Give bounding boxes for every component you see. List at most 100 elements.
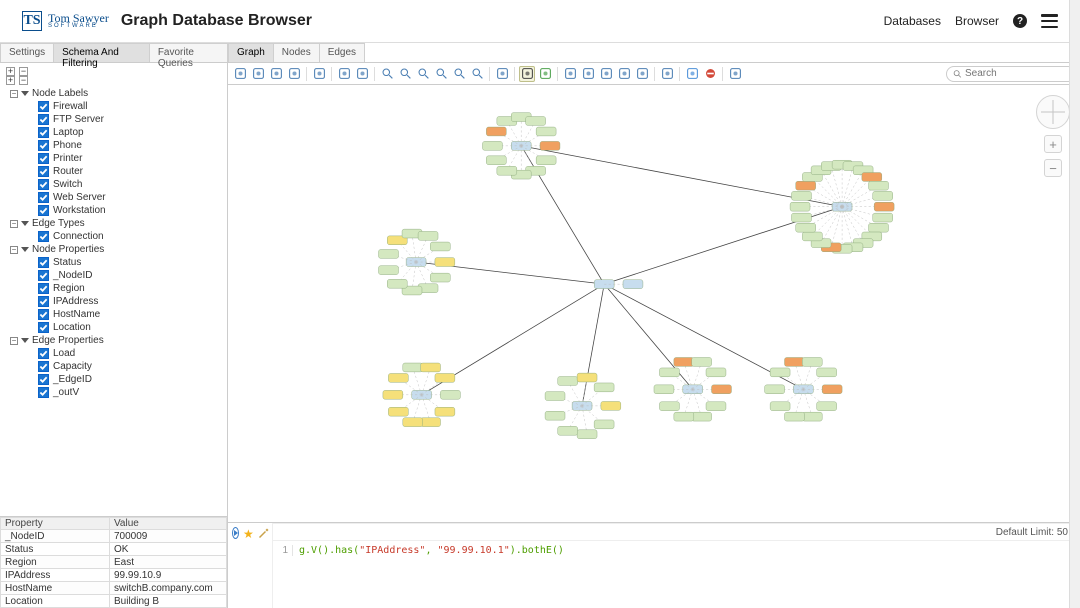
zoom-fit-icon[interactable] xyxy=(415,66,431,82)
table-row[interactable]: RegionEast xyxy=(0,556,227,569)
edge-properties-item[interactable]: Load xyxy=(4,347,227,360)
node-labels-item[interactable]: Phone xyxy=(4,139,227,152)
checkbox-icon[interactable] xyxy=(38,322,49,333)
layout-hier-icon[interactable] xyxy=(580,66,596,82)
table-row[interactable]: StatusOK xyxy=(0,543,227,556)
checkbox-icon[interactable] xyxy=(38,114,49,125)
menu-icon[interactable] xyxy=(1041,14,1058,28)
node-properties-item[interactable]: HostName xyxy=(4,308,227,321)
tree-expand-icon[interactable]: + xyxy=(6,76,15,85)
tab-schema-filtering[interactable]: Schema And Filtering xyxy=(53,43,150,62)
checkbox-icon[interactable] xyxy=(38,127,49,138)
node-labels-item[interactable]: Laptop xyxy=(4,126,227,139)
node-properties-item[interactable]: Region xyxy=(4,282,227,295)
favorite-query-icon[interactable]: ★ xyxy=(243,527,254,541)
table-row[interactable]: _NodeID700009 xyxy=(0,530,227,543)
query-editor[interactable]: g.V().has("IPAddress", "99.99.10.1").bot… xyxy=(299,545,564,556)
tab-nodes[interactable]: Nodes xyxy=(273,43,320,62)
zoom-in-button[interactable]: + xyxy=(1044,135,1062,153)
save-icon[interactable] xyxy=(232,66,248,82)
checkbox-icon[interactable] xyxy=(38,140,49,151)
graph-visualization[interactable] xyxy=(228,85,1080,450)
search-field[interactable] xyxy=(946,66,1076,82)
layout-tree-icon[interactable] xyxy=(562,66,578,82)
undo-icon[interactable] xyxy=(336,66,352,82)
chevron-down-icon[interactable] xyxy=(21,91,29,96)
zoom-box-icon[interactable] xyxy=(433,66,449,82)
tab-edges[interactable]: Edges xyxy=(319,43,365,62)
node-properties-item[interactable]: Status xyxy=(4,256,227,269)
query-scrollbar[interactable] xyxy=(1072,554,1080,584)
checkbox-icon[interactable] xyxy=(38,361,49,372)
auto-layout-icon[interactable] xyxy=(537,66,553,82)
checkbox-icon[interactable] xyxy=(38,179,49,190)
highlight-icon[interactable] xyxy=(684,66,700,82)
node-properties-item[interactable]: IPAddress xyxy=(4,295,227,308)
checkbox-icon[interactable] xyxy=(38,257,49,268)
chevron-down-icon[interactable] xyxy=(21,221,29,226)
checkbox-icon[interactable] xyxy=(38,348,49,359)
checkbox-icon[interactable] xyxy=(38,270,49,281)
node-properties-collapse-icon[interactable]: − xyxy=(10,246,18,254)
edge-properties-collapse-icon[interactable]: − xyxy=(10,337,18,345)
help-icon[interactable]: ? xyxy=(1013,14,1027,28)
layout-radial-icon[interactable] xyxy=(616,66,632,82)
pan-compass-icon[interactable] xyxy=(1036,95,1070,129)
export-icon[interactable] xyxy=(286,66,302,82)
checkbox-icon[interactable] xyxy=(38,192,49,203)
node-properties-item[interactable]: Location xyxy=(4,321,227,334)
table-row[interactable]: LocationBuilding B xyxy=(0,595,227,608)
edge-properties-item[interactable]: _outV xyxy=(4,386,227,399)
zoom-selection-icon[interactable] xyxy=(451,66,467,82)
search-input[interactable] xyxy=(965,68,1069,79)
table-row[interactable]: IPAddress99.99.10.9 xyxy=(0,569,227,582)
chevron-down-icon[interactable] xyxy=(21,247,29,252)
checkbox-icon[interactable] xyxy=(38,153,49,164)
pan-icon[interactable] xyxy=(494,66,510,82)
edge-types-collapse-icon[interactable]: − xyxy=(10,220,18,228)
run-query-button[interactable] xyxy=(232,527,239,539)
expand-icon[interactable] xyxy=(659,66,675,82)
node-labels-item[interactable]: Router xyxy=(4,165,227,178)
zoom-in-icon[interactable] xyxy=(379,66,395,82)
checkbox-icon[interactable] xyxy=(38,296,49,307)
copy-icon[interactable] xyxy=(311,66,327,82)
tab-graph[interactable]: Graph xyxy=(228,43,274,62)
checkbox-icon[interactable] xyxy=(38,101,49,112)
checkbox-icon[interactable] xyxy=(38,283,49,294)
layout-organic-icon[interactable] xyxy=(634,66,650,82)
stop-icon[interactable] xyxy=(702,66,718,82)
edge-properties-item[interactable]: _EdgeID xyxy=(4,373,227,386)
checkbox-icon[interactable] xyxy=(38,166,49,177)
graph-canvas[interactable]: + − xyxy=(228,85,1080,523)
node-properties-item[interactable]: _NodeID xyxy=(4,269,227,282)
query-builder-icon[interactable] xyxy=(258,527,270,542)
zoom-out-button[interactable]: − xyxy=(1044,159,1062,177)
tree-collapse-icon[interactable]: − xyxy=(19,76,28,85)
edge-properties-item[interactable]: Capacity xyxy=(4,360,227,373)
tab-settings[interactable]: Settings xyxy=(0,43,54,62)
edge-types-item[interactable]: Connection xyxy=(4,230,227,243)
node-labels-collapse-icon[interactable]: − xyxy=(10,90,18,98)
zoom-reset-icon[interactable] xyxy=(469,66,485,82)
open-icon[interactable] xyxy=(250,66,266,82)
nav-databases[interactable]: Databases xyxy=(884,14,941,28)
layout-circular-icon[interactable] xyxy=(598,66,614,82)
checkbox-icon[interactable] xyxy=(38,374,49,385)
table-row[interactable]: HostNameswitchB.company.com xyxy=(0,582,227,595)
tab-favorite-queries[interactable]: Favorite Queries xyxy=(149,43,228,62)
node-labels-item[interactable]: Printer xyxy=(4,152,227,165)
redo-icon[interactable] xyxy=(354,66,370,82)
checkbox-icon[interactable] xyxy=(38,231,49,242)
checkbox-icon[interactable] xyxy=(38,387,49,398)
filter-icon[interactable] xyxy=(727,66,743,82)
checkbox-icon[interactable] xyxy=(38,309,49,320)
checkbox-icon[interactable] xyxy=(38,205,49,216)
node-labels-item[interactable]: Switch xyxy=(4,178,227,191)
node-labels-item[interactable]: Firewall xyxy=(4,100,227,113)
zoom-out-icon[interactable] xyxy=(397,66,413,82)
chevron-down-icon[interactable] xyxy=(21,338,29,343)
node-labels-item[interactable]: Workstation xyxy=(4,204,227,217)
print-icon[interactable] xyxy=(268,66,284,82)
nav-browser[interactable]: Browser xyxy=(955,14,999,28)
